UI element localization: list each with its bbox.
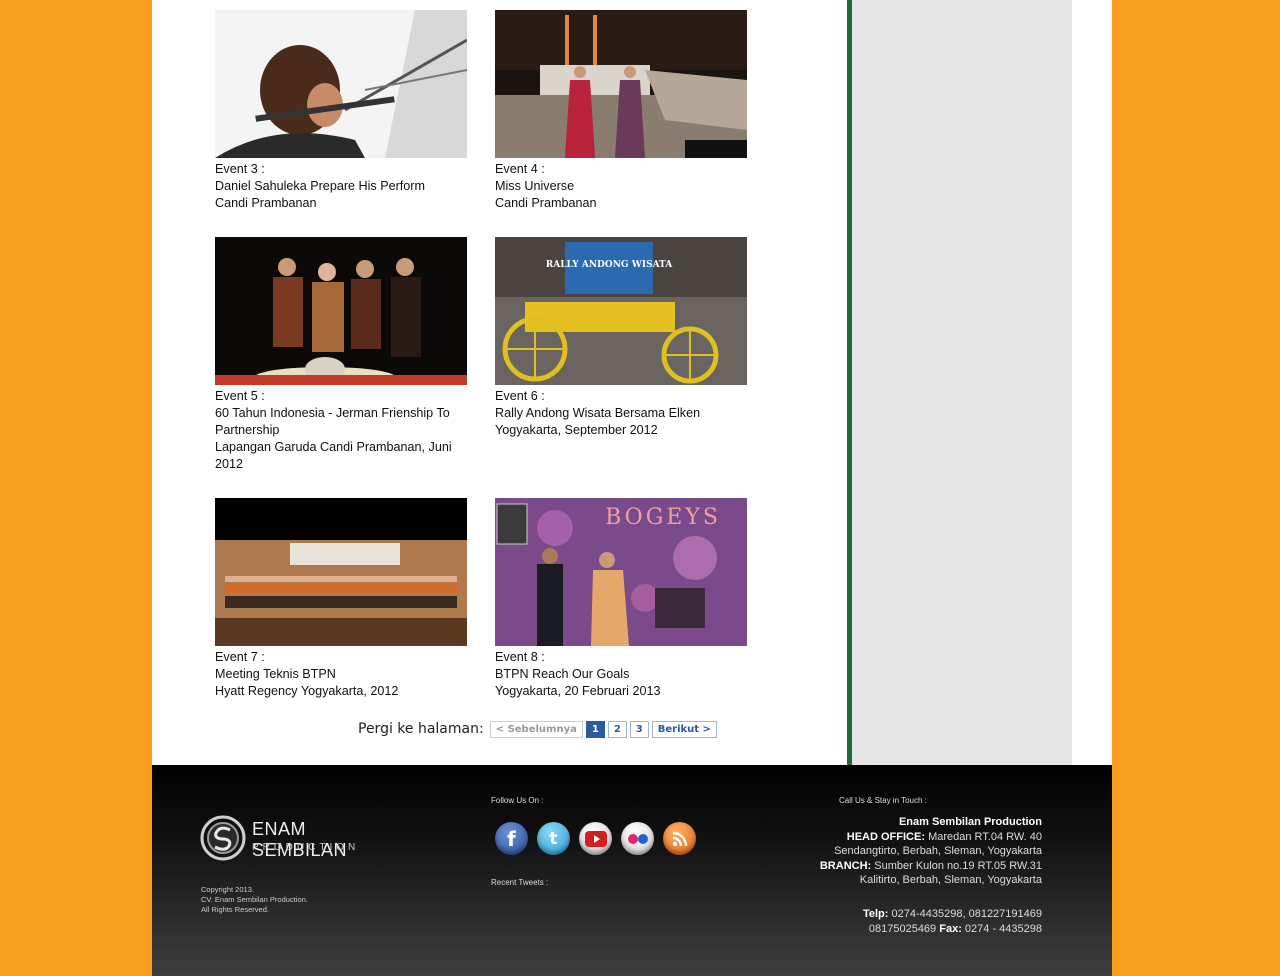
copyright-line: CV. Enam Sembilan Production. [201,895,308,904]
event-photo[interactable]: RALLY ANDONG WISATA [495,237,747,385]
branch-address-2: Kalitirto, Berbah, Sleman, Yogyakarta [859,874,1042,886]
logo-main-text: ENAM SEMBILAN [252,819,348,860]
main-content: Event 3 : Daniel Sahuleka Prepare His Pe… [152,0,848,765]
follow-title: Follow Us On : [491,796,544,805]
event-photo[interactable]: BOGEYS [495,498,747,646]
event-item: Event 7 : Meeting Teknis BTPN Hyatt Rege… [215,498,471,700]
event-label: Event 5 : [215,389,265,403]
head-office-address: Maredan RT.04 RW. 40 [928,830,1042,843]
sidebar [852,0,1072,765]
event-photo[interactable] [215,237,467,385]
event-title: 60 Tahun Indonesia - Jerman Frienship To… [215,406,450,437]
copyright-line: All Rights Reserved. [201,905,269,914]
event-label: Event 4 : [495,162,545,176]
bogeys-sign-text: BOGEYS [605,505,721,530]
recent-tweets-title: Recent Tweets : [491,878,549,887]
copyright: Copyright 2013. CV. Enam Sembilan Produc… [201,885,308,915]
logo-sub-text: PRODUCTION [252,842,360,853]
fax-label: Fax: [939,922,962,935]
event-item: Event 3 : Daniel Sahuleka Prepare His Pe… [215,10,471,212]
page-1-button[interactable]: 1 [585,720,605,738]
event-label: Event 6 : [495,389,545,403]
branch-label: BRANCH: [819,859,872,872]
copyright-line: Copyright 2013. [201,885,254,894]
event-title: BTPN Reach Our Goals [495,667,630,681]
event-label: Event 8 : [495,650,545,664]
event-label: Event 7 : [215,650,265,664]
contact-info: Enam Sembilan Production HEAD OFFICE: Ma… [722,815,1042,888]
facebook-icon[interactable]: f [495,822,528,855]
event-item: Event 4 : Miss Universe Candi Prambanan [495,10,751,212]
branch-address: Sumber Kulon no.19 RT.05 RW.31 [874,859,1042,872]
prev-page-button: < Sebelumnya [489,720,583,738]
sidebar-margin [1072,0,1112,765]
telp-number-2: 08175025469 [868,922,937,935]
phone-info: Telp: 0274-4435298, 081227191469 0817502… [722,907,1042,936]
event-place: Yogyakarta, September 2012 [495,423,658,437]
fax-number: 0274 - 4435298 [964,922,1042,935]
event-title: Miss Universe [495,179,575,193]
event-item: RALLY ANDONG WISATA Event 6 : Rally Ando… [495,237,751,439]
youtube-icon[interactable] [579,822,612,855]
contact-title: Call Us & Stay in Touch : [839,796,927,805]
page-3-button[interactable]: 3 [629,720,649,738]
event-label: Event 3 : [215,162,265,176]
event-place: Candi Prambanan [215,196,317,210]
telp-label: Telp: [862,908,889,920]
next-page-button[interactable]: Berikut > [651,720,717,738]
telp-number: 0274-4435298, 081227191469 [891,908,1042,920]
page: Event 3 : Daniel Sahuleka Prepare His Pe… [152,0,1112,976]
company-logo[interactable]: ENAM SEMBILAN PRODUCTION [200,813,400,863]
logo-icon [200,815,246,861]
pagination-label: Pergi ke halaman: [358,721,484,737]
event-item: BOGEYS Event 8 : BTPN Reach Our Goals Yo… [495,498,751,700]
event-title: Daniel Sahuleka Prepare His Perform [215,179,425,193]
event-photo[interactable] [495,10,747,158]
company-name: Enam Sembilan Production [898,816,1042,828]
event-place: Candi Prambanan [495,196,597,210]
page-2-button[interactable]: 2 [607,720,627,738]
event-place: Hyatt Regency Yogyakarta, 2012 [215,684,399,698]
event-title: Meeting Teknis BTPN [215,667,336,681]
social-links: f t [495,822,696,855]
event-photo[interactable] [215,498,467,646]
event-photo[interactable] [215,10,467,158]
rss-icon[interactable] [663,822,696,855]
event-item: Event 5 : 60 Tahun Indonesia - Jerman Fr… [215,237,471,473]
flickr-icon[interactable] [621,822,654,855]
head-office-address-2: Sendangtirto, Berbah, Sleman, Yogyakarta [834,845,1042,857]
event-place: Lapangan Garuda Candi Prambanan, Juni 20… [215,440,452,471]
rally-banner-text: RALLY ANDONG WISATA [546,260,674,270]
event-title: Rally Andong Wisata Bersama Elken [495,406,701,420]
footer: ENAM SEMBILAN PRODUCTION Copyright 2013.… [152,765,1112,976]
pagination: Pergi ke halaman: < Sebelumnya 1 2 3 Ber… [358,719,717,739]
twitter-icon[interactable]: t [537,822,570,855]
head-office-label: HEAD OFFICE: [846,830,925,843]
event-place: Yogyakarta, 20 Februari 2013 [495,684,661,698]
